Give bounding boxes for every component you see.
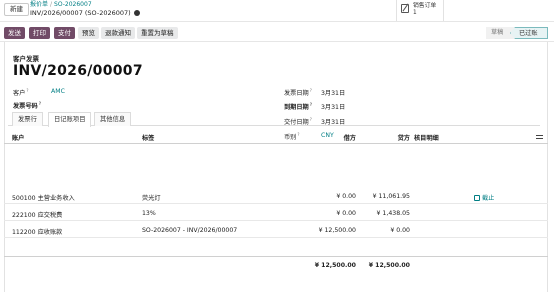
row-debit: ¥ 0.00: [336, 210, 356, 217]
row-label: 13%: [142, 210, 156, 217]
table-totals: ¥ 12,500.00 ¥ 12,500.00: [4, 256, 548, 272]
table-row[interactable]: 222100 应交税费 13% ¥ 0.00 ¥ 1,438.05: [4, 205, 548, 221]
invoice-date-label-text: 发票日期: [284, 90, 309, 98]
column-debit[interactable]: 借方: [304, 133, 356, 142]
row-credit: ¥ 11,061.95: [372, 193, 410, 200]
control-panel: 新建 报价单 / SO-2026007 INV/2026/00007 (SO-202…: [0, 0, 554, 22]
column-account[interactable]: 账户: [12, 133, 24, 142]
row-matching[interactable]: 截止: [474, 193, 494, 202]
row-label: 荧光灯: [142, 195, 161, 202]
column-matching[interactable]: 核目明细: [414, 133, 439, 142]
breadcrumb-sales-order[interactable]: SO-2026007: [54, 1, 92, 8]
help-mark: ?: [38, 101, 42, 106]
calendar-icon: [474, 194, 480, 201]
form-sheet: 客户发票 INV/2026/00007 客户? AMC 发票号码? 发票日期? …: [4, 42, 548, 292]
record-title: INV/2026/00007 (SO-2026007): [30, 9, 140, 18]
tab-journal-items[interactable]: 日记账项目: [48, 112, 92, 127]
row-account: 112200 应收账款: [12, 229, 63, 236]
total-credit: ¥ 12,500.00: [368, 262, 410, 269]
row-account: 500100 主营业务收入: [12, 195, 75, 202]
breadcrumb-quotations[interactable]: 报价单: [30, 1, 48, 8]
record-title-text: INV/2026/00007 (SO-2026007): [30, 9, 131, 17]
invoice-ref-label-text: 发票号码: [13, 103, 38, 111]
help-mark: ?: [309, 88, 312, 93]
tab-other-info[interactable]: 其他信息: [94, 112, 132, 126]
row-debit: ¥ 0.00: [336, 193, 356, 200]
row-debit: ¥ 12,500.00: [318, 227, 356, 234]
smart-button-label: 销售订单: [413, 3, 437, 9]
row-account: 222100 应交税费: [12, 212, 63, 219]
breadcrumb-separator: /: [50, 1, 53, 8]
help-mark: ?: [26, 88, 29, 93]
credit-note-button[interactable]: 退款通知: [101, 27, 135, 39]
status-posted[interactable]: 已过账: [510, 27, 548, 39]
new-button[interactable]: 新建: [4, 3, 29, 16]
table-row[interactable]: 500100 主营业务收入 荧光灯 ¥ 0.00 ¥ 11,061.95 截止: [4, 188, 548, 204]
customer-label-text: 客户: [13, 90, 26, 98]
row-matching-text: 截止: [482, 195, 495, 202]
reset-to-draft-button[interactable]: 重置为草稿: [137, 27, 178, 39]
action-bar: 发送 打印 支付 预览 退款通知 重置为草稿 草稿 已过账: [0, 24, 554, 42]
invoice-date-label: 发票日期?: [284, 88, 312, 97]
smart-button-count: 1: [413, 10, 417, 16]
print-button[interactable]: 打印: [29, 27, 50, 39]
row-credit: ¥ 0.00: [390, 227, 410, 234]
preview-button[interactable]: 预览: [78, 27, 99, 39]
due-date-label: 到期日期?: [284, 102, 312, 111]
table-header: 账户 标签 借方 贷方 核目明细: [4, 130, 548, 144]
notebook-tabs: 发票行 日记账项目 其他信息: [8, 112, 540, 127]
row-credit: ¥ 1,438.05: [376, 210, 410, 217]
invoice-ref-label: 发票号码?: [13, 101, 41, 110]
due-date-label-text: 到期日期: [284, 104, 309, 112]
status-draft[interactable]: 草稿: [486, 27, 514, 39]
column-label[interactable]: 标签: [142, 133, 154, 142]
tab-invoice-lines[interactable]: 发票行: [12, 112, 43, 126]
gear-icon[interactable]: [133, 9, 140, 16]
pay-button[interactable]: 支付: [54, 27, 75, 39]
customer-label: 客户?: [13, 88, 29, 97]
edit-document-icon: [401, 4, 409, 13]
document-number: INV/2026/00007: [13, 63, 143, 79]
table-row[interactable]: 112200 应收账款 SO-2026007 - INV/2026/00007 …: [4, 222, 548, 238]
breadcrumb: 报价单 / SO-2026007: [30, 1, 92, 9]
total-debit: ¥ 12,500.00: [314, 262, 356, 269]
invoice-date-field[interactable]: 3月31日: [321, 88, 345, 97]
customer-field[interactable]: AMC: [51, 88, 65, 95]
column-settings-icon[interactable]: [536, 133, 543, 140]
due-date-field[interactable]: 3月31日: [321, 102, 345, 111]
column-credit[interactable]: 贷方: [360, 133, 410, 142]
sales-order-smart-button[interactable]: 销售订单 1: [396, 0, 444, 21]
send-button[interactable]: 发送: [4, 27, 25, 39]
document-type: 客户发票: [13, 55, 39, 63]
help-mark: ?: [309, 102, 313, 107]
row-label: SO-2026007 - INV/2026/00007: [142, 227, 238, 234]
